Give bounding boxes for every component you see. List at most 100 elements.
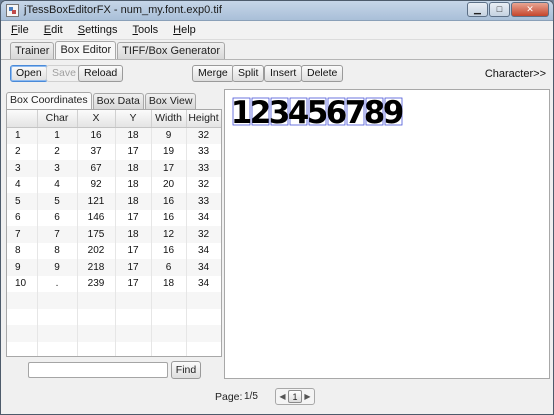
table-cell: 146	[77, 209, 116, 226]
table-cell: 34	[186, 275, 221, 292]
table-row[interactable]: 3 3 67 18 17 33	[7, 160, 221, 177]
table-cell	[37, 341, 78, 356]
table-cell	[186, 325, 221, 342]
table-row-empty[interactable]	[7, 325, 221, 342]
table-cell: 121	[77, 193, 116, 210]
left-panel: Box Coordinates Box Data Box View Char X…	[6, 89, 222, 379]
open-button[interactable]: Open	[10, 65, 48, 82]
table-cell: 7	[7, 226, 38, 243]
tab-tiff-box-generator[interactable]: TIFF/Box Generator	[117, 42, 225, 59]
table-cell: 202	[77, 242, 116, 259]
page-number-button[interactable]: 1	[288, 390, 302, 403]
split-button[interactable]: Split	[232, 65, 265, 82]
table-cell: 17	[115, 143, 152, 160]
table-cell: 33	[186, 193, 221, 210]
table-cell	[77, 308, 116, 325]
column-header-y[interactable]: Y	[115, 110, 152, 128]
table-row[interactable]: 1 1 16 18 9 32	[7, 127, 221, 144]
tab-box-data[interactable]: Box Data	[92, 93, 144, 109]
table-cell: 175	[77, 226, 116, 243]
table-row[interactable]: 5 5 121 18 16 33	[7, 193, 221, 210]
table-cell	[115, 341, 152, 356]
table-cell: 6	[151, 259, 187, 276]
table-cell: 32	[186, 127, 221, 144]
table-row[interactable]: 2 2 37 17 19 33	[7, 143, 221, 160]
column-header[interactable]	[7, 110, 38, 128]
table-row[interactable]: 9 9 218 17 6 34	[7, 259, 221, 276]
sub-tab-bar: Box Coordinates Box Data Box View	[6, 91, 197, 109]
column-header-char[interactable]: Char	[37, 110, 78, 128]
next-page-icon[interactable]: ▶	[303, 392, 312, 401]
glyph-char: 9	[383, 95, 405, 130]
table-cell: 17	[115, 259, 152, 276]
insert-button[interactable]: Insert	[264, 65, 303, 82]
column-header-x[interactable]: X	[77, 110, 116, 128]
table-cell: 33	[186, 143, 221, 160]
tab-box-editor[interactable]: Box Editor	[55, 41, 117, 59]
table-cell: 16	[151, 242, 187, 259]
character-toggle[interactable]: Character>>	[485, 68, 546, 80]
table-cell: 17	[115, 275, 152, 292]
window-controls: ▁ □ ✕	[466, 2, 549, 17]
table-cell: 32	[186, 226, 221, 243]
table-cell: 6	[37, 209, 78, 226]
table-cell	[7, 341, 38, 356]
app-icon	[6, 4, 19, 17]
table-cell: 16	[151, 193, 187, 210]
pager: Page: 1/5 ◀ 1 ▶	[1, 383, 553, 409]
menu-help[interactable]: Help	[173, 24, 196, 36]
find-input[interactable]	[28, 362, 168, 378]
tab-trainer[interactable]: Trainer	[10, 42, 55, 59]
menu-tools[interactable]: Tools	[132, 24, 158, 36]
tab-box-view[interactable]: Box View	[144, 93, 197, 109]
app-window: jTessBoxEditorFX - num_my.font.exp0.tif …	[0, 0, 554, 415]
table-row[interactable]: 10. 239 17 18 34	[7, 275, 221, 292]
menu-settings[interactable]: Settings	[78, 24, 118, 36]
maximize-icon[interactable]: □	[489, 2, 510, 17]
tab-box-coordinates[interactable]: Box Coordinates	[6, 92, 92, 109]
find-button[interactable]: Find	[171, 361, 201, 379]
save-button[interactable]: Save	[46, 65, 82, 82]
menu-edit[interactable]: Edit	[44, 24, 63, 36]
table-cell	[186, 292, 221, 309]
table-cell: 218	[77, 259, 116, 276]
table-row[interactable]: 6 6 146 17 16 34	[7, 209, 221, 226]
prev-page-icon[interactable]: ◀	[278, 392, 287, 401]
table-cell: 9	[7, 259, 38, 276]
table-cell	[151, 341, 187, 356]
table-cell: 34	[186, 259, 221, 276]
table-cell	[37, 292, 78, 309]
minimize-icon[interactable]: ▁	[467, 2, 488, 17]
table-row[interactable]: 7 7 175 18 12 32	[7, 226, 221, 243]
image-canvas[interactable]: 123456789	[224, 89, 550, 379]
table-row-empty[interactable]	[7, 292, 221, 309]
column-header-width[interactable]: Width	[151, 110, 187, 128]
menu-file[interactable]: File	[11, 24, 29, 36]
table-cell: 9	[151, 127, 187, 144]
reload-button[interactable]: Reload	[78, 65, 124, 82]
merge-button[interactable]: Merge	[192, 65, 234, 82]
find-row: Find	[6, 361, 222, 381]
table-cell	[115, 308, 152, 325]
table-row-empty[interactable]	[7, 341, 221, 356]
table-row-empty[interactable]	[7, 308, 221, 325]
table-row[interactable]: 8 8 202 17 16 34	[7, 242, 221, 259]
table-cell: 1	[7, 127, 38, 144]
delete-button[interactable]: Delete	[301, 65, 344, 82]
table-cell	[186, 308, 221, 325]
table-cell: 3	[7, 160, 38, 177]
glyph-image[interactable]: 123456789	[229, 93, 405, 130]
table-cell: 5	[7, 193, 38, 210]
table-cell	[77, 292, 116, 309]
box-table[interactable]: Char X Y Width Height 1 1 16 18 9 32 2 2 37 17 19 3…	[6, 109, 222, 357]
table-cell: 18	[115, 226, 152, 243]
table-cell: 18	[115, 160, 152, 177]
table-cell: 5	[37, 193, 78, 210]
table-cell: 4	[7, 176, 38, 193]
table-cell: 92	[77, 176, 116, 193]
table-cell: 7	[37, 226, 78, 243]
column-header-height[interactable]: Height	[186, 110, 221, 128]
menu-bar: File Edit Settings Tools Help	[1, 21, 553, 40]
table-row[interactable]: 4 4 92 18 20 32	[7, 176, 221, 193]
close-icon[interactable]: ✕	[511, 2, 549, 17]
